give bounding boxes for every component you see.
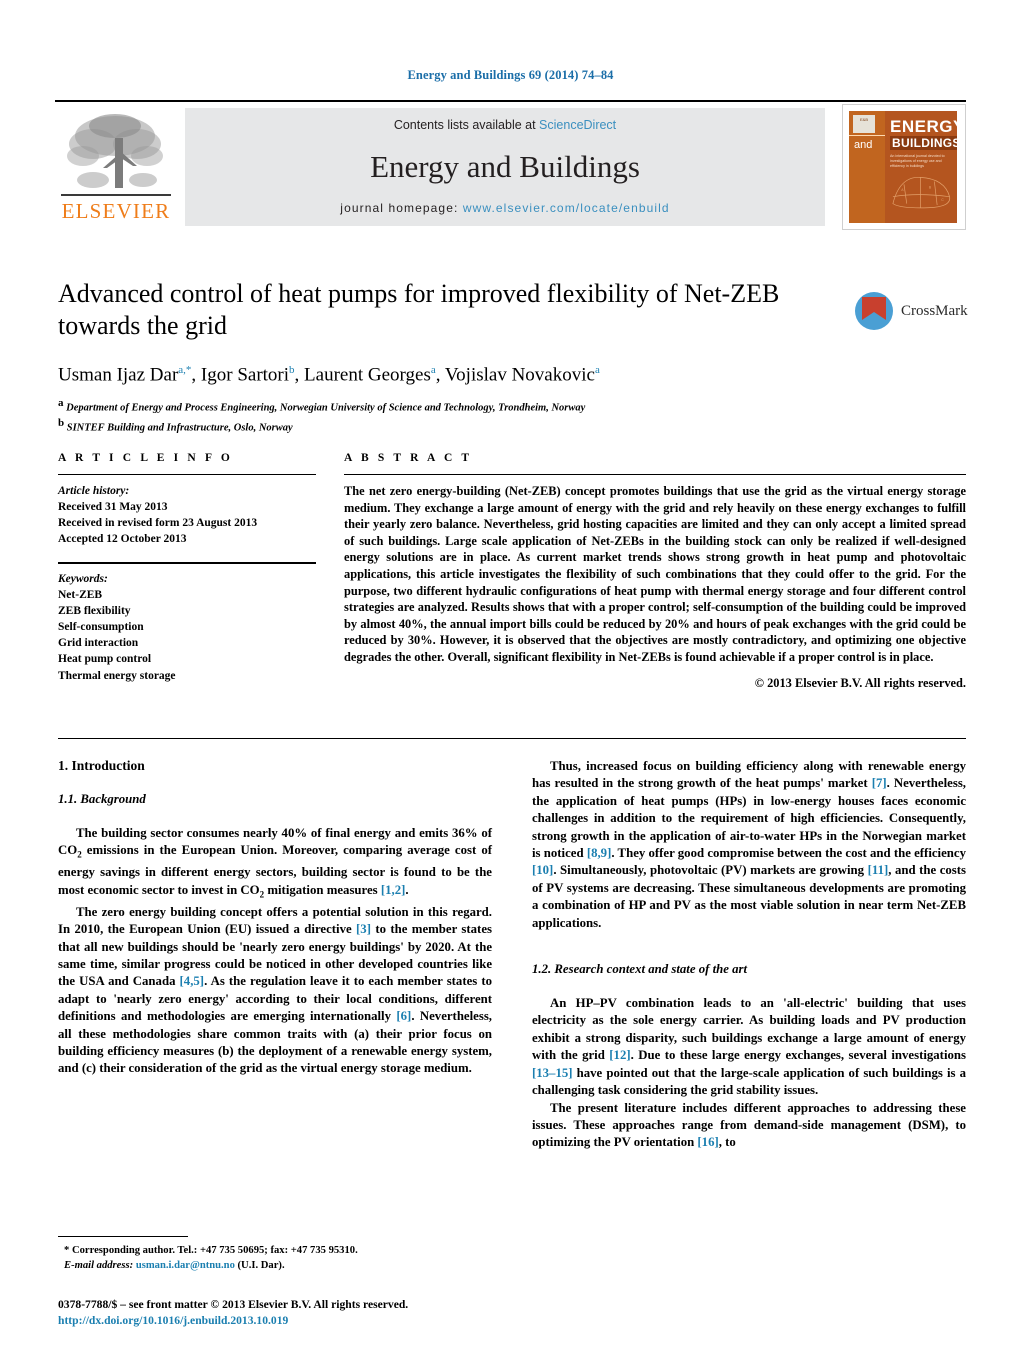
article-history-revised: Received in revised form 23 August 2013 [58, 517, 258, 530]
abstract-column: A B S T R A C T The net zero energy-buil… [344, 452, 966, 691]
body-column-right: Thus, increased focus on building effici… [532, 758, 966, 1152]
keyword-item: Grid interaction [58, 637, 139, 650]
author-list: Usman Ijaz Dara,*, Igor Sartorib, Lauren… [58, 364, 600, 386]
cover-and-text: and [854, 139, 873, 151]
journal-homepage-line: journal homepage: www.elsevier.com/locat… [185, 201, 825, 215]
affiliation-b: b SINTEF Building and Infrastructure, Os… [58, 416, 848, 436]
crossmark-label: CrossMark [901, 302, 968, 319]
abstract-text: The net zero energy-building (Net-ZEB) c… [344, 484, 966, 664]
masthead-top-rule [55, 100, 966, 102]
body-separator-rule [58, 738, 966, 739]
keyword-item: ZEB flexibility [58, 604, 131, 617]
body-paragraph: An HP–PV combination leads to an 'all-el… [532, 996, 966, 1098]
cover-energy-text: ENERGY [890, 117, 957, 136]
contents-prefix: Contents lists available at [393, 118, 540, 132]
homepage-prefix: journal homepage: [340, 201, 459, 215]
elsevier-tree-icon [67, 114, 163, 188]
title-block: Advanced control of heat pumps for impro… [58, 278, 848, 435]
affiliation-marker-a: a [58, 397, 64, 410]
article-info-rule [58, 474, 316, 475]
sciencedirect-link[interactable]: ScienceDirect [539, 118, 616, 132]
abstract-rule [344, 474, 966, 475]
affiliation-list: a Department of Energy and Process Engin… [58, 396, 848, 435]
svg-text:C: C [941, 198, 944, 202]
journal-title: Energy and Buildings [370, 149, 640, 184]
body-paragraph: Thus, increased focus on building effici… [532, 759, 967, 930]
abstract-heading: A B S T R A C T [344, 452, 473, 464]
affiliation-a: a Department of Energy and Process Engin… [58, 396, 848, 416]
keyword-item: Heat pump control [58, 653, 152, 666]
elsevier-logo-rule [61, 194, 171, 196]
page-footer: 0378-7788/$ – see front matter © 2013 El… [58, 1297, 558, 1329]
issn-copyright-line: 0378-7788/$ – see front matter © 2013 El… [58, 1298, 409, 1311]
paper-page: Energy and Buildings 69 (2014) 74–84 ELS… [0, 0, 1021, 1351]
email-label: E-mail address: [64, 1259, 134, 1271]
body-column-left: 1. Introduction 1.1. Background The buil… [58, 758, 492, 1078]
elsevier-logo: ELSEVIER [57, 108, 175, 226]
affiliation-marker-b: b [58, 416, 65, 429]
journal-masthead: ELSEVIER Contents lists available at Sci… [55, 100, 966, 230]
article-info-column: A R T I C L E I N F O Article history: R… [58, 452, 316, 684]
corresponding-author-line: * Corresponding author. Tel.: +47 735 50… [64, 1245, 358, 1256]
crossmark-badge[interactable]: CrossMark [854, 280, 968, 342]
body-columns: 1. Introduction 1.1. Background The buil… [58, 758, 966, 1188]
article-history-accepted: Accepted 12 October 2013 [58, 533, 187, 546]
journal-cover-thumbnail: E&B and ENERGY BUILDINGS An internationa… [842, 104, 966, 230]
section-heading-introduction: 1. Introduction [58, 758, 145, 773]
journal-cover-art: E&B and ENERGY BUILDINGS An internationa… [849, 111, 957, 223]
email-line: E-mail address: usman.i.dar@ntnu.no (U.I… [58, 1259, 492, 1274]
cover-diagram-icon: A B C [892, 177, 950, 209]
footnote-rule [58, 1236, 188, 1237]
email-link[interactable]: usman.i.dar@ntnu.no [136, 1260, 235, 1271]
subsection-heading-research-context: 1.2. Research context and state of the a… [532, 962, 748, 977]
cover-rule [849, 135, 885, 136]
crossmark-icon [854, 291, 894, 331]
running-head: Energy and Buildings 69 (2014) 74–84 [407, 68, 614, 82]
masthead-center-panel: Contents lists available at ScienceDirec… [185, 108, 825, 226]
cover-buildings-text: BUILDINGS [890, 136, 957, 150]
svg-text:B: B [929, 186, 932, 190]
article-history-received: Received 31 May 2013 [58, 501, 168, 513]
homepage-url-link[interactable]: www.elsevier.com/locate/enbuild [463, 201, 670, 215]
contents-available-line: Contents lists available at ScienceDirec… [185, 118, 825, 132]
affiliation-text-b: SINTEF Building and Infrastructure, Oslo… [66, 422, 293, 434]
doi-link[interactable]: http://dx.doi.org/10.1016/j.enbuild.2013… [58, 1313, 558, 1329]
keywords-rule [58, 561, 316, 564]
affiliation-text-a: Department of Energy and Process Enginee… [66, 402, 586, 414]
body-paragraph: The building sector consumes nearly 40% … [58, 826, 492, 900]
body-paragraph: The zero energy building concept offers … [58, 904, 493, 1076]
keyword-item: Net-ZEB [58, 588, 103, 601]
page-title: Advanced control of heat pumps for impro… [58, 279, 780, 340]
subsection-heading-background: 1.1. Background [58, 792, 146, 806]
svg-text:A: A [901, 189, 904, 193]
body-paragraph: The present literature includes differen… [532, 1100, 966, 1150]
copyright-line: © 2013 Elsevier B.V. All rights reserved… [754, 675, 966, 690]
article-info-heading: A R T I C L E I N F O [58, 452, 233, 464]
keywords-label: Keywords: [58, 572, 108, 585]
corresponding-author-footnote: * Corresponding author. Tel.: +47 735 50… [58, 1236, 492, 1273]
keyword-item: Thermal energy storage [58, 669, 176, 682]
cover-badge-icon: E&B [853, 115, 875, 133]
keyword-item: Self-consumption [58, 621, 144, 634]
email-suffix: (U.I. Dar). [234, 1259, 285, 1271]
article-history-label: Article history: [58, 485, 130, 497]
elsevier-wordmark: ELSEVIER [61, 199, 171, 223]
